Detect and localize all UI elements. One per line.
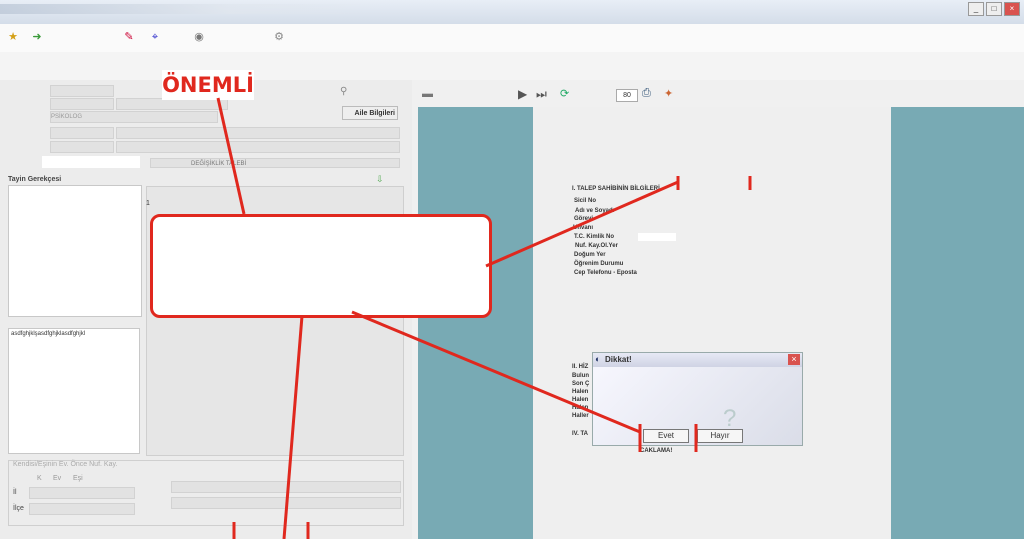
annotation-lines [216, 97, 752, 539]
annotation-line [351, 310, 641, 434]
annotation-line [282, 315, 304, 539]
annotation-line [216, 97, 246, 215]
annotation-line [485, 180, 679, 268]
